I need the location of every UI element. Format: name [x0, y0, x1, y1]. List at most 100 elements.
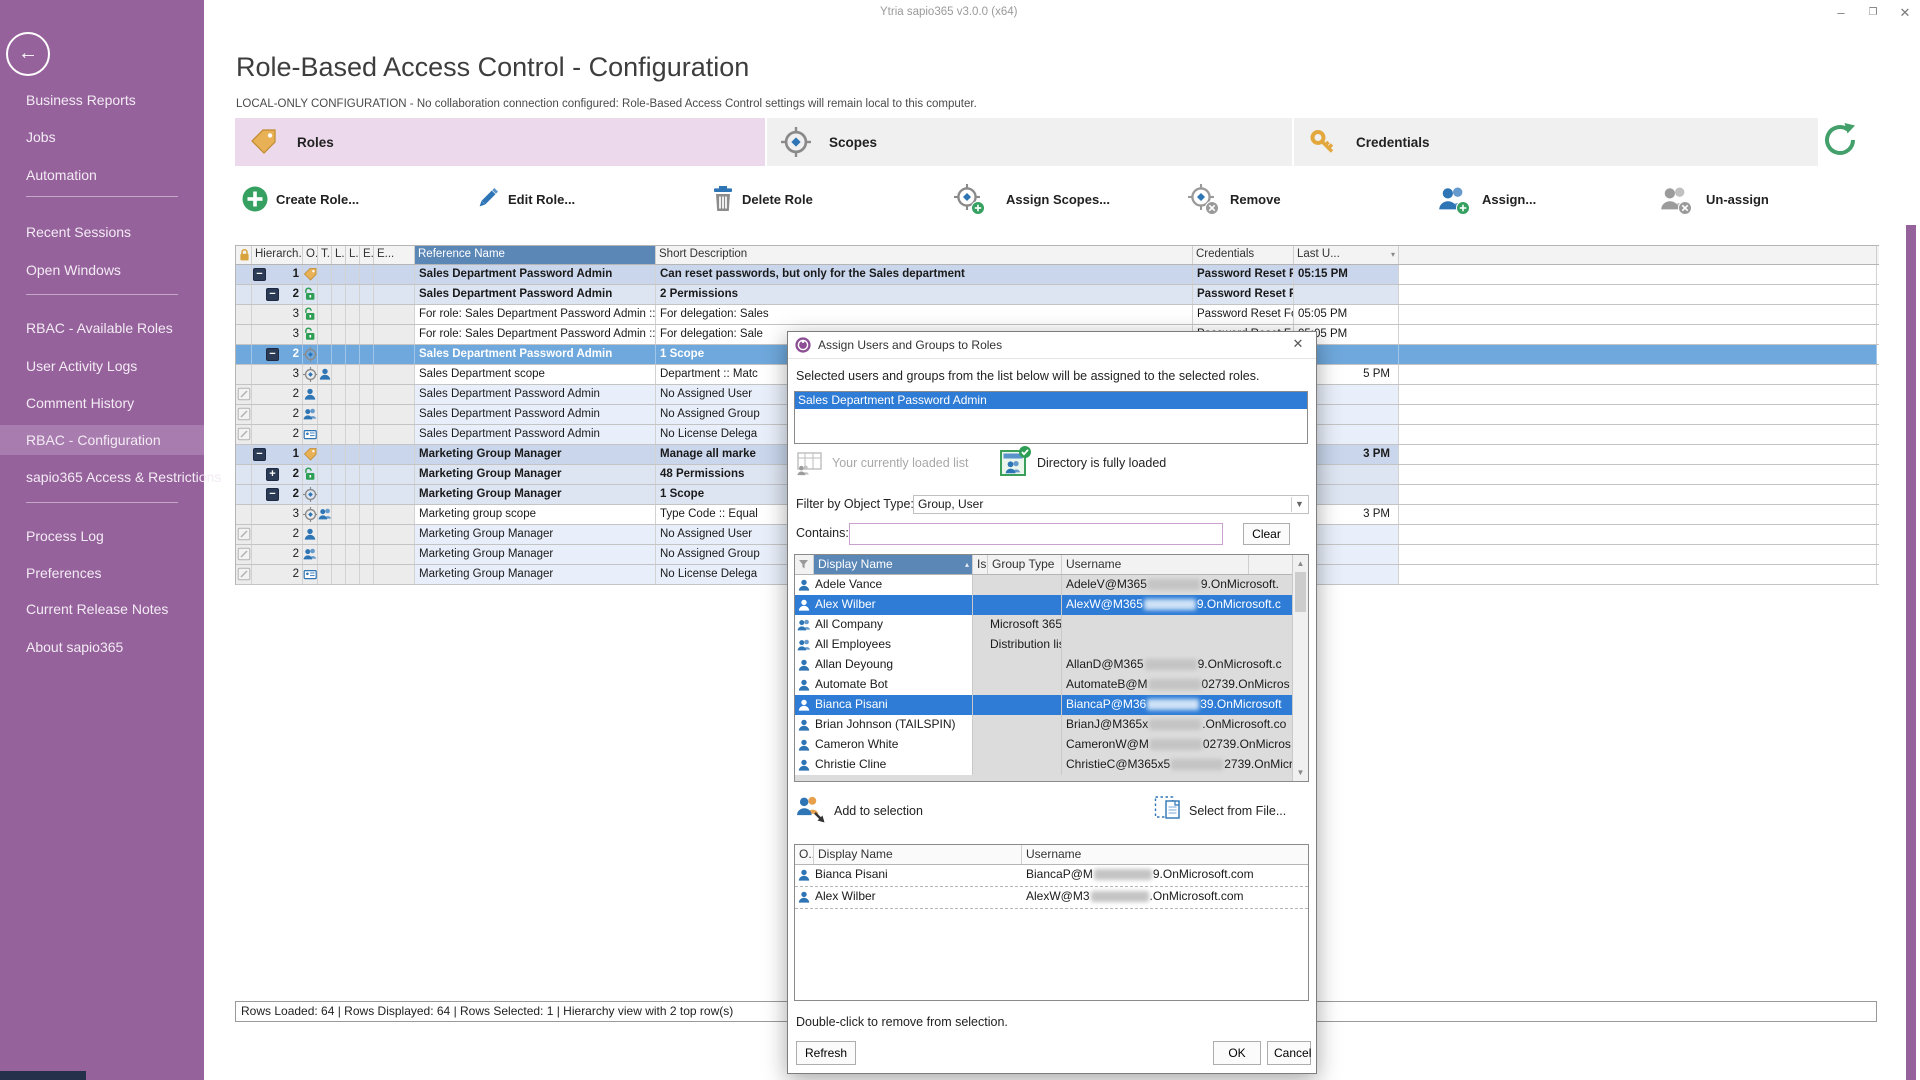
assign-button[interactable]: Assign...	[1482, 192, 1536, 207]
list-item[interactable]: Automate BotAutomateB@M02739.OnMicros	[795, 675, 1308, 695]
un-assign-button[interactable]: Un-assign	[1706, 192, 1769, 207]
tab-label: Roles	[297, 135, 334, 150]
column-header-icon[interactable]	[236, 246, 252, 264]
collapse-icon[interactable]: −	[266, 348, 279, 361]
collapse-icon[interactable]: −	[253, 268, 266, 281]
username-column-header[interactable]: Username	[1062, 555, 1249, 574]
list-item[interactable]: All CompanyMicrosoft 365 g	[795, 615, 1308, 635]
list-item[interactable]: Alex WilberAlexW@M3659.OnMicrosoft.c	[795, 595, 1308, 615]
column-header-Last U...[interactable]: Last U...▾	[1294, 246, 1399, 264]
filter-column-header[interactable]	[795, 555, 814, 574]
cell-blank	[1399, 265, 1877, 284]
sidebar-item-business-reports[interactable]: Business Reports	[0, 85, 204, 115]
maximize-button[interactable]: ❐	[1862, 3, 1884, 23]
selection-list-header: O...Display NameUsername	[795, 845, 1308, 865]
expand-icon[interactable]: +	[266, 468, 279, 481]
sidebar-item-comment-history[interactable]: Comment History	[0, 388, 204, 418]
minimize-button[interactable]: –	[1830, 3, 1852, 23]
selected-roles-list[interactable]: Sales Department Password Admin	[794, 391, 1308, 444]
scrollbar-thumb[interactable]	[1295, 572, 1306, 612]
list-item[interactable]: Allan DeyoungAllanD@M3659.OnMicrosoft.c	[795, 655, 1308, 675]
select-from-file-label[interactable]: Select from File...	[1189, 804, 1286, 818]
ok-button[interactable]: OK	[1213, 1041, 1261, 1065]
tab-credentials[interactable]: Credentials	[1294, 118, 1818, 166]
target-plus-icon[interactable]	[954, 184, 986, 216]
people-x-icon[interactable]	[1660, 184, 1692, 216]
column-header-Reference Name[interactable]: Reference Name	[415, 246, 656, 264]
display-name-column-header[interactable]: Display Name▴	[814, 555, 973, 574]
refresh-icon[interactable]	[1820, 120, 1860, 160]
list-item[interactable]: All EmployeesDistribution list	[795, 635, 1308, 655]
sidebar-item-rbac-configuration[interactable]: RBAC - Configuration	[0, 425, 204, 455]
username-column-header[interactable]: Username	[1022, 845, 1308, 864]
column-header-icon[interactable]	[1399, 246, 1877, 264]
people-plus-icon[interactable]	[1438, 184, 1470, 216]
column-header-T...[interactable]: T...	[318, 246, 332, 264]
column-header-L...[interactable]: L...	[332, 246, 346, 264]
display-name-column-header[interactable]: Display Name	[814, 845, 1022, 864]
assign-scopes-button[interactable]: Assign Scopes...	[1006, 192, 1110, 207]
selected-role-item[interactable]: Sales Department Password Admin	[795, 392, 1307, 409]
delete-role-button[interactable]: Delete Role	[742, 192, 813, 207]
sidebar-item-automation[interactable]: Automation	[0, 160, 204, 190]
refresh-button[interactable]: Refresh	[796, 1041, 856, 1065]
add-to-selection-label[interactable]: Add to selection	[834, 804, 923, 818]
sidebar-item-current-release-notes[interactable]: Current Release Notes	[0, 594, 204, 624]
o-column-header[interactable]: O...	[795, 845, 814, 864]
column-header-E...[interactable]: E...	[360, 246, 374, 264]
dialog-close-icon[interactable]: ✕	[1288, 336, 1308, 354]
list-item[interactable]: Adele VanceAdeleV@M3659.OnMicrosoft.	[795, 575, 1308, 595]
list-item[interactable]: Bianca PisaniBiancaP@M3639.OnMicrosoft	[795, 695, 1308, 715]
group-type-column-header[interactable]: Group Type	[988, 555, 1062, 574]
list-item[interactable]: Christie ClineChristieC@M365x52739.OnMic…	[795, 755, 1308, 775]
is-column-header[interactable]: Is...	[973, 555, 988, 574]
target-x-icon[interactable]	[1188, 184, 1220, 216]
sidebar-item-open-windows[interactable]: Open Windows	[0, 255, 204, 285]
column-header-E...[interactable]: E...	[374, 246, 415, 264]
object-type-combobox[interactable]: Group, User ▼	[913, 495, 1309, 514]
add-to-selection-icon[interactable]	[796, 794, 828, 826]
cancel-button[interactable]: Cancel	[1267, 1041, 1311, 1065]
column-header-Hierarch...[interactable]: Hierarch...	[252, 246, 303, 264]
remove-button[interactable]: Remove	[1230, 192, 1281, 207]
scrollbar[interactable]: ▲▼	[1292, 555, 1308, 781]
sidebar-item-process-log[interactable]: Process Log	[0, 521, 204, 551]
column-header-Credentials[interactable]: Credentials	[1193, 246, 1294, 264]
sidebar-item-preferences[interactable]: Preferences	[0, 558, 204, 588]
sidebar-item-rbac-available-roles[interactable]: RBAC - Available Roles	[0, 313, 204, 343]
sidebar-item-jobs[interactable]: Jobs	[0, 122, 204, 152]
table-row[interactable]: 3For role: Sales Department Password Adm…	[236, 305, 1879, 325]
scroll-down-icon[interactable]: ▼	[1293, 765, 1308, 780]
scroll-up-icon[interactable]: ▲	[1293, 556, 1308, 571]
list-item[interactable]: Cameron WhiteCameronW@M02739.OnMicros	[795, 735, 1308, 755]
selection-list[interactable]: O...Display NameUsernameBianca PisaniBia…	[794, 844, 1309, 1001]
selection-row[interactable]: Alex WilberAlexW@M3.OnMicrosoft.com	[795, 887, 1308, 909]
tab-scopes[interactable]: Scopes	[767, 118, 1292, 166]
close-button[interactable]: ✕	[1894, 3, 1916, 23]
column-header-O...[interactable]: O...	[303, 246, 318, 264]
edit-role-button[interactable]: Edit Role...	[508, 192, 575, 207]
sidebar-item-recent-sessions[interactable]: Recent Sessions	[0, 217, 204, 247]
select-from-file-icon[interactable]	[1154, 792, 1184, 824]
table-row[interactable]: −1Sales Department Password AdminCan res…	[236, 265, 1879, 285]
column-header-L...[interactable]: L...	[346, 246, 360, 264]
create-role-button[interactable]: Create Role...	[276, 192, 359, 207]
list-item[interactable]: Brian Johnson (TAILSPIN)BrianJ@M365x.OnM…	[795, 715, 1308, 735]
pencil-icon[interactable]	[472, 184, 504, 216]
collapse-icon[interactable]: −	[266, 288, 279, 301]
sidebar-item-user-activity-logs[interactable]: User Activity Logs	[0, 351, 204, 381]
column-header-Short Description[interactable]: Short Description	[656, 246, 1193, 264]
table-row[interactable]: −2Sales Department Password Admin2 Permi…	[236, 285, 1879, 305]
tab-roles[interactable]: Roles	[235, 118, 765, 166]
directory-list[interactable]: Display Name▴Is...Group TypeUsernameAdel…	[794, 554, 1309, 782]
sidebar-item-sapio365-access-restrictions[interactable]: sapio365 Access & Restrictions	[0, 462, 204, 492]
clear-button[interactable]: Clear	[1243, 523, 1290, 545]
sidebar-item-about-sapio365[interactable]: About sapio365	[0, 632, 204, 662]
contains-input[interactable]	[849, 523, 1223, 545]
collapse-icon[interactable]: −	[253, 448, 266, 461]
trash-icon[interactable]	[708, 184, 740, 216]
create-icon[interactable]	[240, 184, 272, 216]
back-button[interactable]: ←	[6, 32, 50, 76]
collapse-icon[interactable]: −	[266, 488, 279, 501]
selection-row[interactable]: Bianca PisaniBiancaP@M9.OnMicrosoft.com	[795, 865, 1308, 887]
